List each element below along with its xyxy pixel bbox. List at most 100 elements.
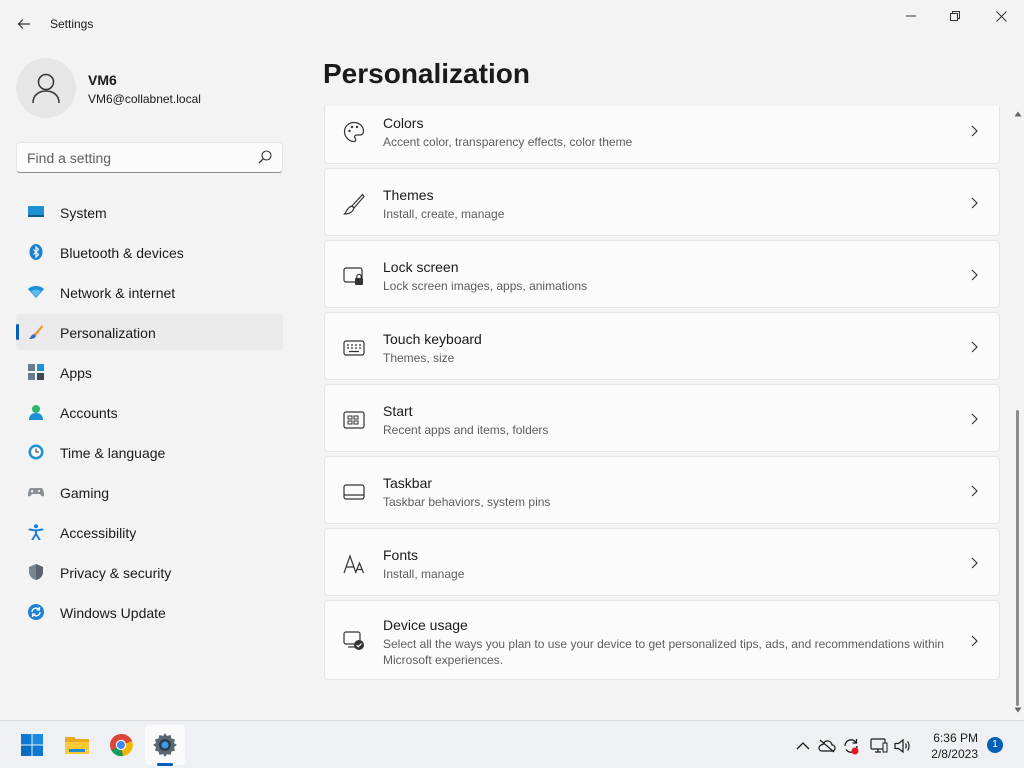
card-description: Lock screen images, apps, animations <box>383 279 588 293</box>
network-icon <box>28 286 44 298</box>
minimize-button[interactable] <box>888 0 934 32</box>
sidebar-item-label: System <box>60 205 107 221</box>
chrome-icon <box>110 733 133 757</box>
personalization-icon <box>29 325 43 339</box>
sidebar-item-gaming[interactable]: Gaming <box>16 474 283 510</box>
minimize-icon <box>906 15 916 17</box>
search-icon[interactable] <box>258 150 272 164</box>
sidebar-item-label: Bluetooth & devices <box>60 245 184 261</box>
card-description: Accent color, transparency effects, colo… <box>383 135 633 149</box>
onedrive-tray-button[interactable] <box>818 737 836 755</box>
card-title: Taskbar <box>383 475 433 491</box>
user-name: VM6 <box>88 72 117 88</box>
sidebar-item-windows-update[interactable]: Windows Update <box>16 594 283 630</box>
sidebar-item-label: Gaming <box>60 485 110 501</box>
accessibility-icon <box>28 524 44 540</box>
network-tray-button[interactable] <box>870 737 888 755</box>
close-button[interactable] <box>978 0 1024 32</box>
chevron-right-icon <box>971 413 978 425</box>
taskbar-card[interactable]: Taskbar Taskbar behaviors, system pins <box>324 456 1000 524</box>
close-icon <box>995 10 1007 22</box>
onedrive-icon <box>818 739 836 753</box>
sidebar-item-label: Accessibility <box>60 525 137 541</box>
restore-icon <box>950 11 960 21</box>
sidebar-item-time-language[interactable]: Time & language <box>16 434 283 470</box>
start-button[interactable] <box>12 725 52 765</box>
content-scrollbar[interactable] <box>1013 106 1023 720</box>
title-bar: Settings <box>0 0 1024 48</box>
volume-tray-button[interactable] <box>894 737 912 755</box>
user-email: VM6@collabnet.local <box>88 92 201 106</box>
sidebar-item-personalization[interactable]: Personalization <box>16 314 283 350</box>
sidebar-item-accessibility[interactable]: Accessibility <box>16 514 283 550</box>
scroll-down-icon[interactable] <box>1014 706 1022 714</box>
sidebar-item-system[interactable]: System <box>16 194 283 230</box>
search-box[interactable] <box>16 142 283 173</box>
card-title: Start <box>383 403 413 419</box>
back-arrow-icon <box>17 19 30 29</box>
file-explorer-button[interactable] <box>57 725 97 765</box>
keyboard-icon <box>343 340 365 356</box>
card-description: Install, manage <box>383 567 465 581</box>
settings-list: Colors Accent color, transparency effect… <box>324 106 1000 720</box>
sidebar-item-apps[interactable]: Apps <box>16 354 283 390</box>
windows-update-icon <box>28 604 44 620</box>
card-title: Device usage <box>383 617 468 633</box>
notification-badge[interactable]: 1 <box>987 737 1003 753</box>
sidebar-item-accounts[interactable]: Accounts <box>16 394 283 430</box>
card-description: Recent apps and items, folders <box>383 423 549 437</box>
display-icon <box>870 738 888 753</box>
gaming-icon <box>28 488 44 497</box>
scroll-thumb[interactable] <box>1016 410 1019 706</box>
card-title: Lock screen <box>383 259 459 275</box>
show-hidden-icons-button[interactable] <box>794 737 812 755</box>
sidebar-item-label: Privacy & security <box>60 565 172 581</box>
chevron-right-icon <box>971 341 978 353</box>
scroll-up-icon[interactable] <box>1014 110 1022 118</box>
avatar <box>16 58 76 118</box>
card-title: Colors <box>383 115 424 131</box>
fonts-icon <box>343 554 365 574</box>
sidebar-item-privacy-security[interactable]: Privacy & security <box>16 554 283 590</box>
sidebar-nav: System Bluetooth & devices Network & int… <box>16 194 283 634</box>
chevron-right-icon <box>971 635 978 647</box>
clock-date[interactable]: 2/8/2023 <box>922 747 978 761</box>
colors-card[interactable]: Colors Accent color, transparency effect… <box>324 106 1000 164</box>
page-title: Personalization <box>323 58 530 89</box>
system-icon <box>28 206 44 217</box>
privacy-security-icon <box>29 564 43 580</box>
search-input[interactable] <box>17 143 252 172</box>
restore-button[interactable] <box>932 0 978 32</box>
settings-icon <box>153 733 177 757</box>
brush-icon <box>343 193 365 215</box>
volume-icon <box>894 738 910 754</box>
apps-icon <box>28 364 44 380</box>
clock-time[interactable]: 6:36 PM <box>922 731 978 745</box>
chrome-button[interactable] <box>101 725 141 765</box>
card-description: Taskbar behaviors, system pins <box>383 495 551 509</box>
chevron-right-icon <box>971 125 978 137</box>
lock-screen-card[interactable]: Lock screen Lock screen images, apps, an… <box>324 240 1000 308</box>
settings-taskbar-button[interactable] <box>145 725 185 765</box>
start-icon <box>343 411 365 429</box>
touch-keyboard-card[interactable]: Touch keyboard Themes, size <box>324 312 1000 380</box>
chevron-right-icon <box>971 269 978 281</box>
themes-card[interactable]: Themes Install, create, manage <box>324 168 1000 236</box>
sidebar-item-bluetooth[interactable]: Bluetooth & devices <box>16 234 283 270</box>
accounts-icon <box>29 405 43 420</box>
file-explorer-icon <box>65 737 89 754</box>
sync-icon <box>844 739 859 755</box>
sync-tray-button[interactable] <box>842 737 860 755</box>
back-button[interactable] <box>8 8 40 40</box>
fonts-card[interactable]: Fonts Install, manage <box>324 528 1000 596</box>
sidebar-item-label: Time & language <box>60 445 166 461</box>
start-card[interactable]: Start Recent apps and items, folders <box>324 384 1000 452</box>
card-description: Install, create, manage <box>383 207 505 221</box>
app-title: Settings <box>50 17 94 31</box>
sidebar-item-network[interactable]: Network & internet <box>16 274 283 310</box>
card-title: Fonts <box>383 547 419 563</box>
bluetooth-icon <box>29 244 43 260</box>
device-usage-card[interactable]: Device usage Select all the ways you pla… <box>324 600 1000 680</box>
lock-screen-icon <box>343 267 363 285</box>
user-profile[interactable]: VM6 VM6@collabnet.local <box>16 58 286 118</box>
